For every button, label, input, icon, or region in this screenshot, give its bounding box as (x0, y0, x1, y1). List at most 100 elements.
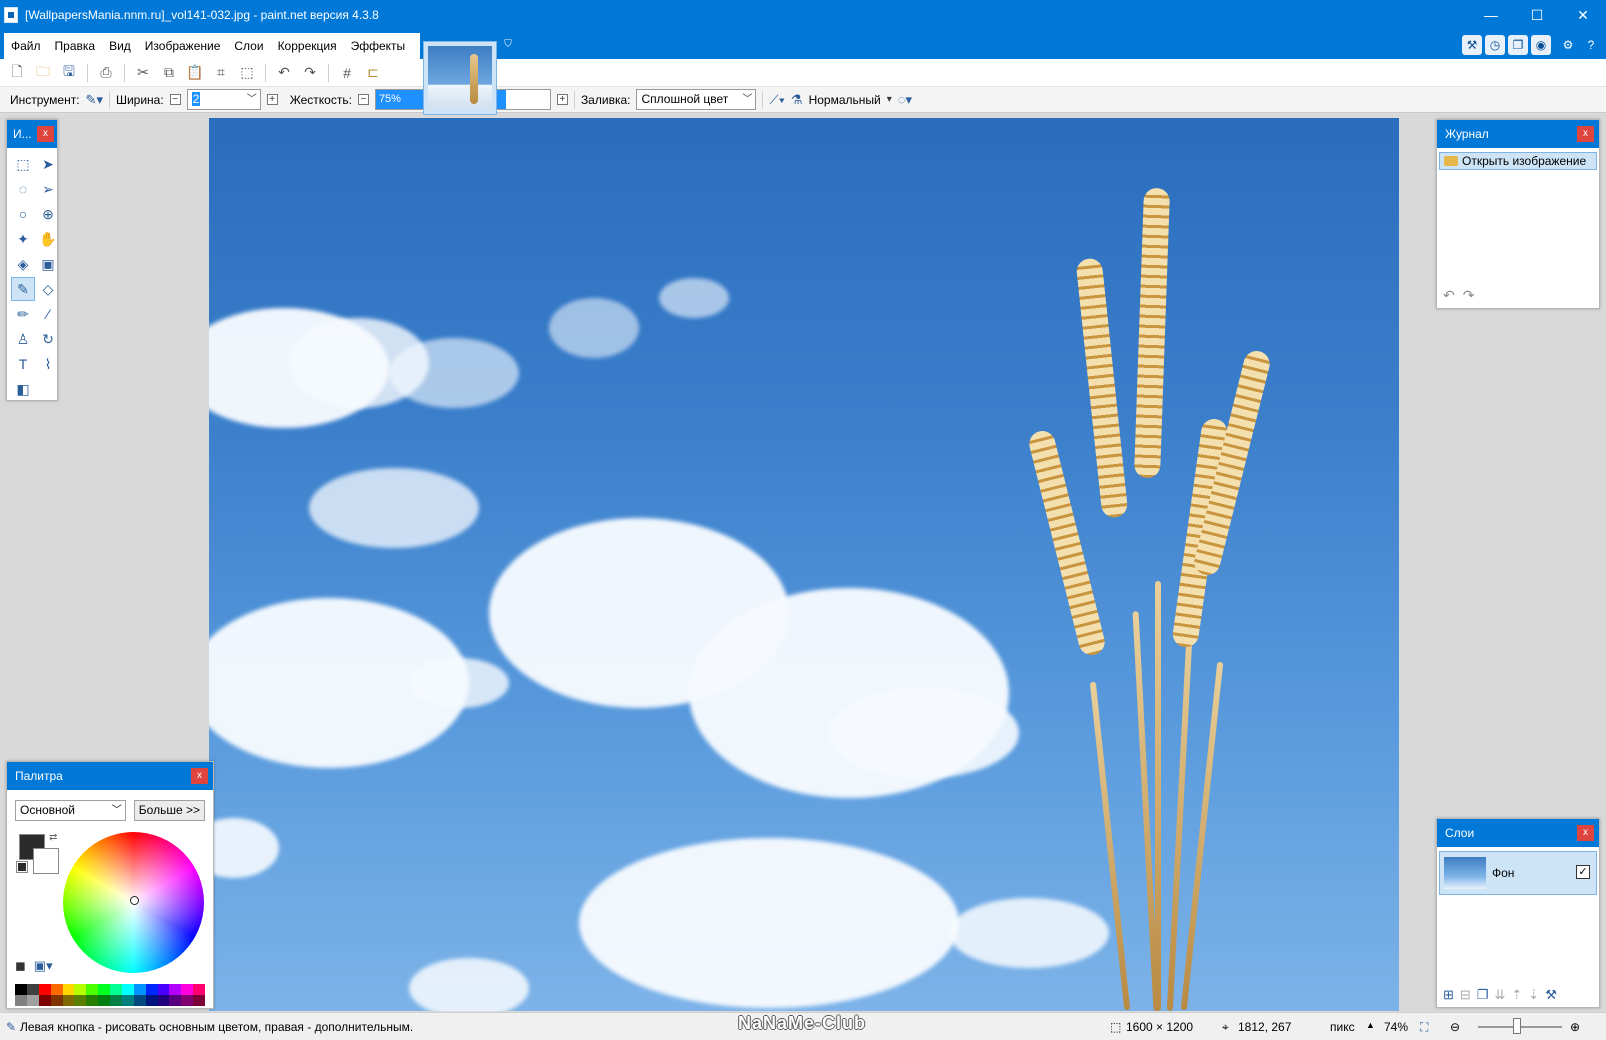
close-window-button[interactable]: ✕ (1560, 0, 1606, 31)
menu-item[interactable]: Слои (227, 39, 270, 53)
minimize-button[interactable]: — (1468, 0, 1514, 31)
palette-swatch[interactable] (74, 995, 87, 1006)
blend-mode-value[interactable]: Нормальный (809, 93, 881, 107)
secondary-color-swatch[interactable] (33, 848, 59, 874)
zoom-icon[interactable]: ⊕ (36, 202, 60, 226)
close-icon[interactable]: x (37, 126, 54, 142)
move-layer-up-icon[interactable]: ⇡ (1511, 987, 1522, 1003)
image-tab-thumbnail[interactable] (423, 41, 497, 115)
save-icon[interactable]: 🖫 (58, 62, 80, 84)
palette-swatch[interactable] (50, 995, 63, 1006)
reset-colors-icon[interactable] (16, 861, 28, 873)
palette-swatch[interactable] (169, 995, 182, 1006)
color-wheel-cursor[interactable] (130, 896, 139, 905)
zoom-in-icon[interactable]: ⊕ (1570, 1020, 1580, 1034)
palette-menu-icon[interactable]: ▣▾ (34, 958, 53, 974)
palette-panel-header[interactable]: Палитра x (7, 762, 213, 790)
paste-icon[interactable]: 📋 (184, 62, 206, 84)
eraser-icon[interactable]: ◇ (36, 277, 60, 301)
layer-item[interactable]: Фон ✓ (1439, 851, 1597, 895)
tabs-dropdown-icon[interactable]: ⛉ (501, 39, 515, 53)
palette-swatch[interactable] (15, 984, 27, 995)
palette-swatch[interactable] (121, 995, 134, 1006)
text-icon[interactable]: T (11, 352, 35, 376)
palette-swatch[interactable] (110, 995, 122, 1006)
current-tool-icon[interactable]: ✎▾ (86, 92, 103, 108)
zoom-out-icon[interactable]: ⊖ (1450, 1020, 1460, 1034)
history-item[interactable]: Открыть изображение (1439, 152, 1597, 170)
palette-swatch[interactable] (74, 984, 87, 995)
crop-icon[interactable]: ⌗ (210, 62, 232, 84)
clone-stamp-icon[interactable]: ♙ (11, 327, 35, 351)
zoom-level[interactable]: 74% (1384, 1020, 1408, 1034)
chevron-down-icon[interactable]: ▾ (887, 94, 892, 105)
palette-swatch[interactable] (38, 984, 51, 995)
palette-swatch[interactable] (193, 984, 205, 995)
move-selection-icon[interactable]: ➤ (36, 152, 60, 176)
units-select[interactable]: пикс (1330, 1020, 1355, 1034)
open-icon[interactable]: 🗀 (32, 62, 54, 84)
zoom-slider-knob[interactable] (1513, 1018, 1521, 1034)
fill-mode-select[interactable]: Сплошной цвет ﹀ (636, 89, 757, 110)
gradient-icon[interactable]: ▣ (36, 252, 60, 276)
menu-item[interactable]: Изображение (138, 39, 228, 53)
menu-item[interactable]: Вид (102, 39, 138, 53)
lasso-select-icon[interactable]: ◌ (11, 177, 35, 201)
palette-swatch[interactable] (121, 984, 134, 995)
zoom-to-window-icon[interactable]: ⛶ (1420, 1020, 1428, 1035)
palette-swatch[interactable] (169, 984, 182, 995)
paint-bucket-icon[interactable]: ◈ (11, 252, 35, 276)
duplicate-layer-icon[interactable]: ❐ (1477, 987, 1489, 1003)
add-layer-icon[interactable]: ⊞ (1443, 987, 1454, 1003)
undo-icon[interactable]: ↶ (1443, 287, 1455, 304)
redo-icon[interactable]: ↷ (299, 62, 321, 84)
more-button[interactable]: Больше >> (133, 800, 205, 821)
palette-swatch[interactable] (86, 995, 99, 1006)
pan-icon[interactable]: ✋ (36, 227, 60, 251)
history-window-icon[interactable]: ◷ (1485, 35, 1505, 55)
new-icon[interactable]: 🗋 (6, 62, 28, 84)
maximize-button[interactable]: ☐ (1514, 0, 1560, 31)
width-increase-button[interactable]: + (266, 94, 278, 105)
brush-width-input[interactable]: 2 ﹀ (186, 89, 261, 110)
palette-swatch[interactable] (181, 984, 194, 995)
settings-icon[interactable]: ⚙ (1558, 35, 1578, 55)
print-icon[interactable]: ⎙ (95, 62, 117, 84)
palette-swatch[interactable] (193, 995, 205, 1006)
close-icon[interactable]: x (1577, 126, 1594, 142)
image-canvas[interactable] (209, 118, 1399, 1011)
palette-swatch[interactable] (98, 995, 110, 1006)
menu-item[interactable]: Эффекты (344, 39, 413, 53)
rectangle-select-icon[interactable]: ⬚ (11, 152, 35, 176)
chevron-up-icon[interactable]: ▲ (1366, 1020, 1375, 1030)
ruler-icon[interactable]: ⊏ (362, 62, 384, 84)
delete-layer-icon[interactable]: ⊟ (1460, 987, 1471, 1003)
blend-mode-icon[interactable]: ⚗ (791, 92, 803, 108)
copy-icon[interactable]: ⧉ (158, 62, 180, 84)
antialiasing-icon[interactable]: ⟋▾ (769, 92, 784, 108)
palette-swatch[interactable] (98, 984, 110, 995)
palette-swatch[interactable] (62, 995, 75, 1006)
palette-swatch[interactable] (26, 995, 39, 1006)
palette-swatch[interactable] (110, 984, 122, 995)
selection-mode-icon[interactable]: ◌▾ (898, 92, 912, 108)
palette-swatch[interactable] (145, 995, 158, 1006)
palette-swatch[interactable] (133, 984, 146, 995)
grid-icon[interactable]: # (336, 62, 358, 84)
swap-colors-icon[interactable]: ⇄ (49, 832, 57, 843)
palette-swatch[interactable] (86, 984, 99, 995)
color-picker-icon[interactable]: ⁄ (36, 302, 60, 326)
layer-visibility-checkbox[interactable]: ✓ (1576, 865, 1590, 879)
undo-icon[interactable]: ↶ (273, 62, 295, 84)
recolor-icon[interactable]: ↻ (36, 327, 60, 351)
palette-swatch[interactable] (62, 984, 75, 995)
paintbrush-icon[interactable]: ✎ (11, 277, 35, 301)
line-curve-icon[interactable]: ⌇ (36, 352, 60, 376)
palette-swatch[interactable] (157, 984, 170, 995)
close-icon[interactable]: x (191, 768, 208, 784)
close-icon[interactable]: x (1577, 825, 1594, 841)
history-panel-header[interactable]: Журнал x (1437, 120, 1599, 148)
hardness-decrease-button[interactable]: − (357, 94, 369, 105)
palette-swatch[interactable] (50, 984, 63, 995)
width-decrease-button[interactable]: − (169, 94, 181, 105)
